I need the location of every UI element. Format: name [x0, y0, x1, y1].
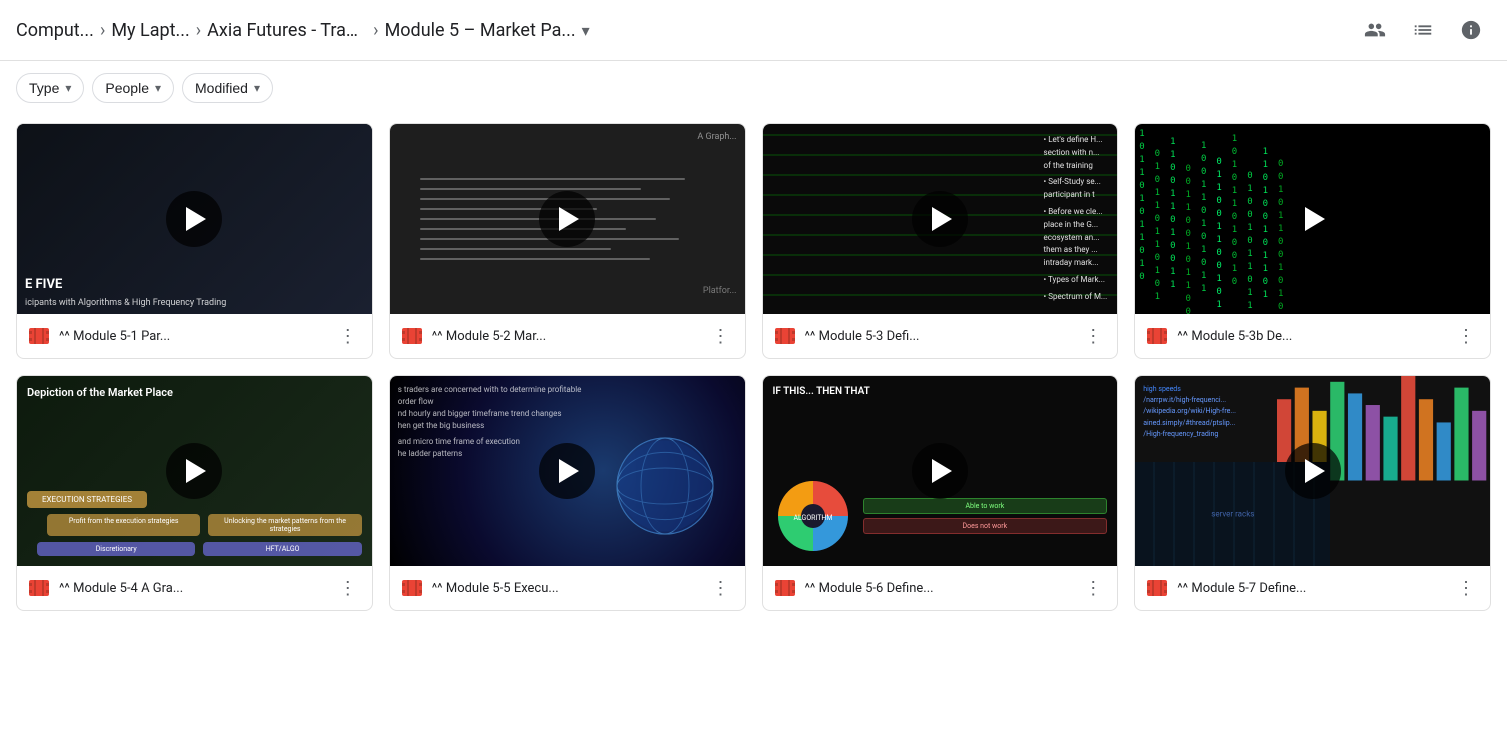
grid-item-2[interactable]: A Graph... Platfor... ^^ Module 5-2 Mar.…: [389, 123, 746, 359]
thumb-subtitle-1: icipants with Algorithms & High Frequenc…: [25, 298, 226, 308]
filter-bar: Type ▾ People ▾ Modified ▾: [0, 61, 1507, 115]
film-icon-7: [773, 576, 797, 600]
breadcrumb-module5: Module 5 – Market Pa...: [385, 20, 576, 41]
svg-text:ALGORITHM: ALGORITHM: [793, 514, 832, 522]
item-footer-6: ^^ Module 5-5 Execu... ⋮: [390, 566, 745, 610]
thumb-6: s traders are concerned with to determin…: [390, 376, 745, 566]
film-icon-5: [27, 576, 51, 600]
item-more-8[interactable]: ⋮: [1452, 574, 1480, 602]
item-more-1[interactable]: ⋮: [334, 322, 362, 350]
file-grid: E FIVE icipants with Algorithms & High F…: [0, 115, 1507, 619]
breadcrumb-actions: [1355, 10, 1491, 50]
algo-diagram: EXECUTION STRATEGIES Profit from the exe…: [27, 491, 362, 556]
film-icon-2: [400, 324, 424, 348]
grid-item-4[interactable]: 101101011010 010110110101 110011010011 0…: [1134, 123, 1491, 359]
item-title-3: ^^ Module 5-3 Defi...: [805, 329, 1072, 344]
item-footer-7: ^^ Module 5-6 Define... ⋮: [763, 566, 1118, 610]
play-btn-1[interactable]: [166, 191, 222, 247]
list-icon: [1412, 19, 1434, 41]
play-btn-3[interactable]: [912, 191, 968, 247]
thumb-7: IF THIS... THEN THAT ALGORITHM Able to w…: [763, 376, 1118, 566]
filter-modified-label: Modified: [195, 80, 248, 96]
filter-people-chip[interactable]: People ▾: [92, 73, 174, 103]
algo-wheel: ALGORITHM: [773, 476, 853, 556]
item-more-6[interactable]: ⋮: [707, 574, 735, 602]
breadcrumb-mylaptop[interactable]: My Lapt...: [111, 20, 189, 41]
filter-modified-arrow: ▾: [254, 81, 260, 95]
info-button[interactable]: [1451, 10, 1491, 50]
thumb-3: • Let's define H... section with n... of…: [763, 124, 1118, 314]
play-btn-8[interactable]: [1285, 443, 1341, 499]
item-title-4: ^^ Module 5-3b De...: [1177, 329, 1444, 344]
play-btn-7[interactable]: [912, 443, 968, 499]
item-title-7: ^^ Module 5-6 Define...: [805, 581, 1072, 596]
item-more-4[interactable]: ⋮: [1452, 322, 1480, 350]
breadcrumb-axia[interactable]: Axia Futures - Tradin...: [207, 20, 367, 41]
people-button[interactable]: [1355, 10, 1395, 50]
item-footer-3: ^^ Module 5-3 Defi... ⋮: [763, 314, 1118, 358]
filter-people-arrow: ▾: [155, 81, 161, 95]
item-title-2: ^^ Module 5-2 Mar...: [432, 329, 699, 344]
item-footer-1: ^^ Module 5-1 Par... ⋮: [17, 314, 372, 358]
thumb-ifthen: IF THIS... THEN THAT: [773, 386, 870, 397]
play-btn-2[interactable]: [539, 191, 595, 247]
filter-type-chip[interactable]: Type ▾: [16, 73, 84, 103]
film-icon-6: [400, 576, 424, 600]
grid-item-3[interactable]: • Let's define H... section with n... of…: [762, 123, 1119, 359]
item-title-8: ^^ Module 5-7 Define...: [1177, 581, 1444, 596]
item-more-5[interactable]: ⋮: [334, 574, 362, 602]
play-btn-6[interactable]: [539, 443, 595, 499]
film-icon-3: [773, 324, 797, 348]
globe-svg: [605, 426, 725, 546]
film-icon-1: [27, 324, 51, 348]
thumb-2: A Graph... Platfor...: [390, 124, 745, 314]
filter-modified-chip[interactable]: Modified ▾: [182, 73, 273, 103]
film-icon-8: [1145, 576, 1169, 600]
film-icon-4: [1145, 324, 1169, 348]
breadcrumb-sep-3: ›: [373, 20, 378, 41]
breadcrumb-bar: Comput... › My Lapt... › Axia Futures - …: [0, 0, 1507, 61]
grid-item-5[interactable]: Depiction of the Market Place EXECUTION …: [16, 375, 373, 611]
thumb-bottom-text-2: Platfor...: [703, 286, 737, 296]
play-btn-5[interactable]: [166, 443, 222, 499]
thumb-market-title: Depiction of the Market Place: [27, 386, 173, 399]
filter-people-label: People: [105, 80, 149, 96]
grid-item-6[interactable]: s traders are concerned with to determin…: [389, 375, 746, 611]
thumb-text-3: • Let's define H... section with n... of…: [1044, 134, 1108, 304]
item-title-5: ^^ Module 5-4 A Gra...: [59, 581, 326, 596]
item-more-3[interactable]: ⋮: [1079, 322, 1107, 350]
list-view-button[interactable]: [1403, 10, 1443, 50]
breadcrumb-computer[interactable]: Comput...: [16, 20, 94, 41]
thumb-links-8: high speeds /narrpw.it/high-frequenci...…: [1143, 384, 1236, 440]
breadcrumb-dropdown-icon[interactable]: ▾: [582, 21, 590, 40]
item-footer-4: ^^ Module 5-3b De... ⋮: [1135, 314, 1490, 358]
play-btn-4[interactable]: [1285, 191, 1341, 247]
filter-type-arrow: ▾: [65, 81, 71, 95]
item-more-2[interactable]: ⋮: [707, 322, 735, 350]
thumb-1: E FIVE icipants with Algorithms & High F…: [17, 124, 372, 314]
item-footer-2: ^^ Module 5-2 Mar... ⋮: [390, 314, 745, 358]
people-icon: [1364, 19, 1386, 41]
item-title-1: ^^ Module 5-1 Par...: [59, 329, 326, 344]
thumb-title-1: E FIVE: [25, 277, 62, 294]
breadcrumb-sep-1: ›: [100, 20, 105, 41]
thumb-4: 101101011010 010110110101 110011010011 0…: [1135, 124, 1490, 314]
info-icon: [1460, 19, 1482, 41]
thumb-corner-text-2: A Graph...: [697, 132, 736, 142]
thumb-5: Depiction of the Market Place EXECUTION …: [17, 376, 372, 566]
item-more-7[interactable]: ⋮: [1079, 574, 1107, 602]
item-footer-8: ^^ Module 5-7 Define... ⋮: [1135, 566, 1490, 610]
thumb-8: server racks high speeds /narrpw.it/high…: [1135, 376, 1490, 566]
breadcrumb-sep-2: ›: [196, 20, 201, 41]
grid-item-8[interactable]: server racks high speeds /narrpw.it/high…: [1134, 375, 1491, 611]
grid-item-1[interactable]: E FIVE icipants with Algorithms & High F…: [16, 123, 373, 359]
grid-item-7[interactable]: IF THIS... THEN THAT ALGORITHM Able to w…: [762, 375, 1119, 611]
item-title-6: ^^ Module 5-5 Execu...: [432, 581, 699, 596]
filter-type-label: Type: [29, 80, 59, 96]
item-footer-5: ^^ Module 5-4 A Gra... ⋮: [17, 566, 372, 610]
